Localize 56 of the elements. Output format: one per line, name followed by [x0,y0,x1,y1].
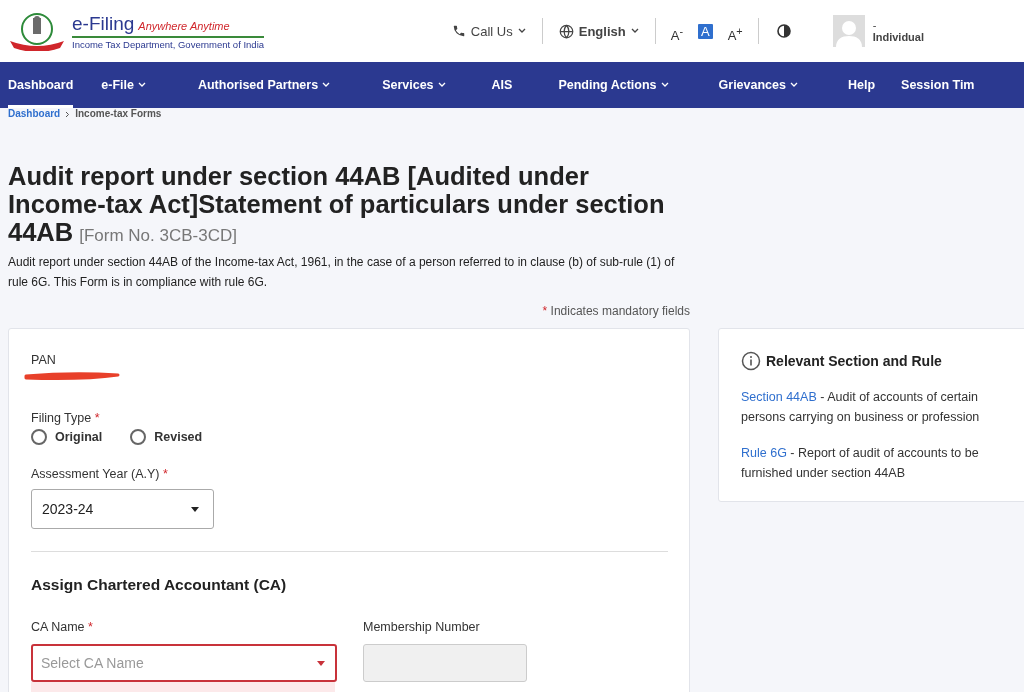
info-icon [741,351,761,371]
contrast-icon[interactable] [776,24,791,38]
globe-icon [558,23,574,39]
phone-icon [451,24,466,38]
nav-tab[interactable]: Services [382,62,446,108]
call-us-button[interactable]: Call Us [441,23,536,39]
membership-number-label: Membership Number [363,620,481,634]
nav-tab[interactable]: AIS [491,62,513,108]
chevron-down-icon [660,82,669,88]
radio-option[interactable]: Original [31,429,103,445]
user-name: - [872,19,878,31]
breadcrumb-current: Income-tax Forms [75,109,162,119]
chevron-down-icon [790,82,798,88]
nav-tab[interactable]: Dashboard [8,62,74,108]
radio-button[interactable] [31,429,47,445]
person-silhouette-icon [835,19,862,47]
rule-description: Rule 6G - Report of audit of accounts to be furnished under section 44AB [741,445,980,482]
language-button[interactable]: English [548,23,649,39]
nav-tab[interactable]: e-File [101,62,146,108]
ca-name-label: CA Name * [31,620,94,634]
radio-option[interactable]: Revised [130,429,203,445]
mandatory-note: * Indicates mandatory fields [542,304,690,318]
page-title: Audit report under section 44AB [Audited under Income-tax Act]Statement of particulars under section 44AB [Form No. 3CB-3CD] [7,162,666,248]
rule-link[interactable]: Section 44AB [741,390,817,404]
brand-name: e-Filing [72,12,135,35]
chevron-right-icon [65,110,71,118]
pan-label: PAN [31,353,57,367]
filing-type-label: Filing Type * [31,411,101,425]
dropdown-arrow-icon [317,660,325,666]
chevron-down-icon [517,28,526,34]
chevron-down-icon [137,82,146,88]
nav-tab[interactable]: Authorised Partners [197,62,331,108]
user-role: Individual [872,31,924,43]
nav-tab[interactable]: Help [848,62,876,108]
chevron-down-icon [322,82,331,88]
rule-description: Section 44AB - Audit of accounts of certain persons carrying on business or profession [741,389,981,426]
info-card-title: Relevant Section and Rule [766,353,942,369]
page-description: Audit report under section 44AB of the Income-tax Act, 1961, in the case of a person referred to in clause (b) of sub-rule (1) of rule 6G. This Form is in compliance with rule 6G. [7,254,676,291]
chevron-down-icon [630,28,639,34]
chevron-down-icon [437,82,446,88]
rule-link[interactable]: Rule 6G [741,446,787,460]
assessment-year-select[interactable]: 2023-24 [31,489,214,529]
tagline: Anywhere Anytime [138,19,230,32]
nav-tab[interactable]: Grievances [718,62,798,108]
font-size-button[interactable]: A [698,23,713,39]
radio-button[interactable] [130,429,147,445]
assessment-year-label: Assessment Year (A.Y) * [31,467,169,481]
department-name: Income Tax Department, Government of India [72,38,265,50]
font-size-button[interactable]: A$^{+}$ [724,23,746,39]
emblem-logo [8,11,66,51]
breadcrumb-link[interactable]: Dashboard [8,109,61,119]
font-size-button[interactable]: A$^{-}$ [667,23,686,39]
dropdown-arrow-icon [191,506,199,512]
nav-tab[interactable]: Session Tim [901,62,975,108]
nav-tab[interactable]: Pending Actions [558,62,669,108]
section-heading: Assign Chartered Accountant (CA) [31,576,288,594]
